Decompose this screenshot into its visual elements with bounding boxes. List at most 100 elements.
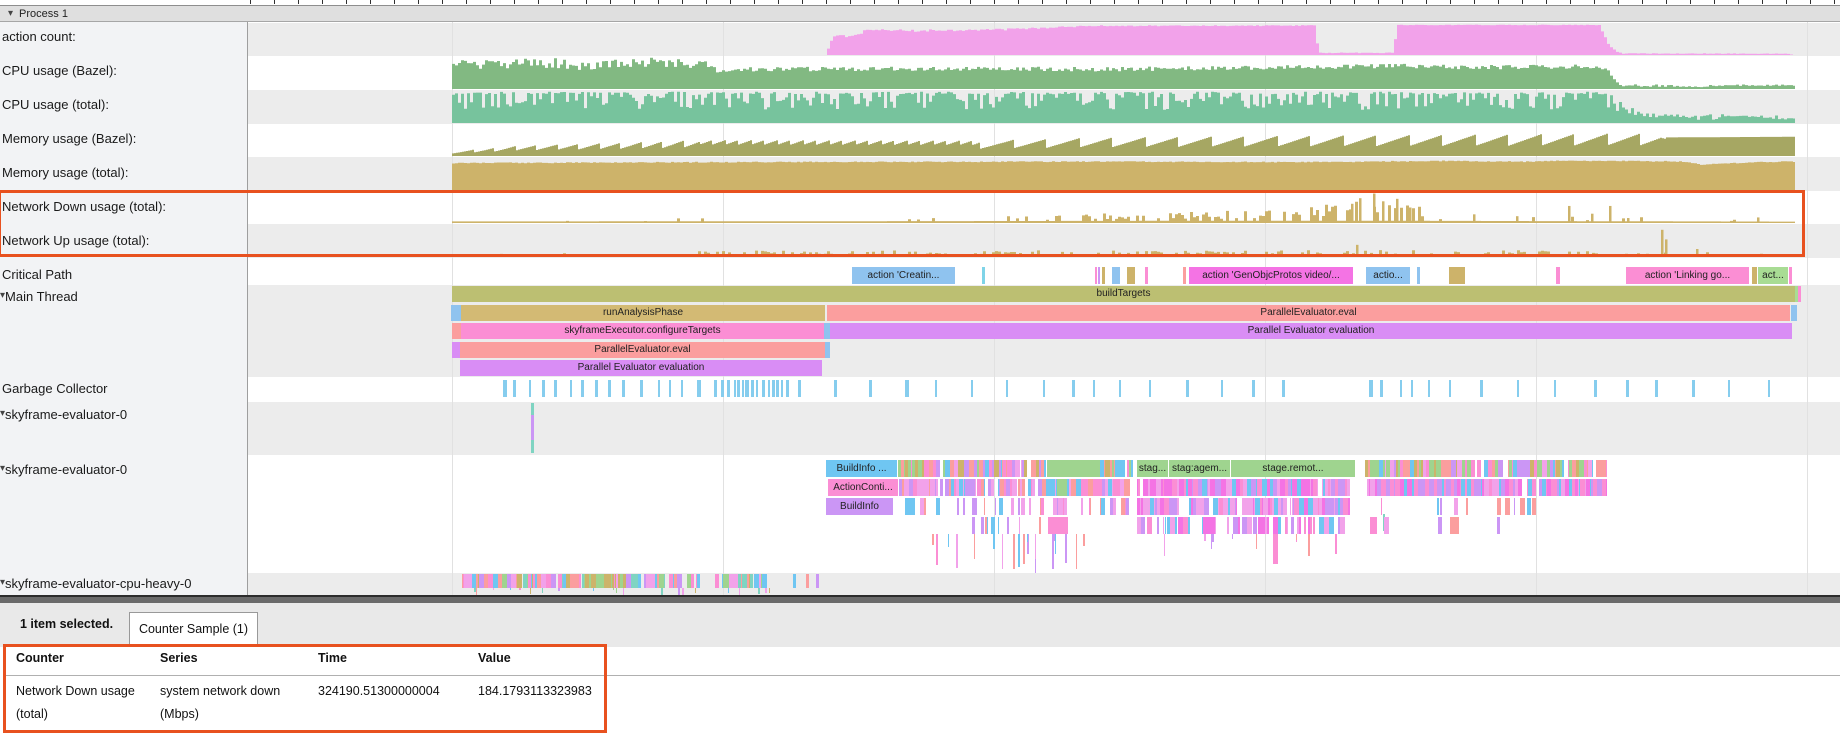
slice-stag-[interactable]: stag...: [1137, 460, 1168, 477]
slice[interactable]: [1798, 286, 1801, 302]
slice[interactable]: [1752, 267, 1757, 284]
descender-line: [1065, 534, 1067, 563]
slice[interactable]: [1127, 267, 1135, 284]
slice[interactable]: [1791, 305, 1797, 321]
mosaic-slice: [1157, 517, 1159, 534]
slice[interactable]: [452, 342, 460, 358]
descender-line: [613, 588, 615, 590]
descender-line: [1052, 534, 1054, 569]
sidebar-track-action-count-[interactable]: action count:: [0, 27, 250, 45]
mini-slice: [531, 415, 534, 440]
descender-line: [765, 588, 767, 593]
descender-line: [1002, 534, 1004, 569]
slice[interactable]: [1057, 479, 1067, 496]
slice-runanalysisphase[interactable]: runAnalysisPhase: [461, 305, 825, 321]
slice-action-linking-go-[interactable]: action 'Linking go...: [1626, 267, 1749, 284]
slice-action-creatin-[interactable]: action 'Creatin...: [852, 267, 955, 284]
mosaic-slice: [677, 574, 682, 588]
mosaic-slice: [1466, 498, 1468, 515]
slice[interactable]: [1095, 267, 1097, 284]
mosaic-slice: [1147, 517, 1152, 534]
slice-action-genobjcprotos-video-[interactable]: action 'GenObjcProtos video/...: [1189, 267, 1353, 284]
panel-separator[interactable]: [0, 595, 1840, 603]
slice-actionconti-[interactable]: ActionConti...: [828, 479, 898, 496]
mosaic-slice: [975, 479, 976, 496]
sidebar-track-memory-usage-total-[interactable]: Memory usage (total):: [0, 163, 250, 181]
sidebar-track-cpu-usage-bazel-[interactable]: CPU usage (Bazel):: [0, 61, 250, 79]
collapse-triangle-icon[interactable]: ▾: [8, 9, 13, 19]
mosaic-slice: [957, 498, 959, 515]
descender-line: [948, 534, 950, 547]
slice[interactable]: [1047, 460, 1100, 477]
slice[interactable]: [982, 267, 985, 284]
gc-tick: [1400, 380, 1403, 397]
slice[interactable]: [1145, 267, 1148, 284]
gc-tick: [681, 380, 684, 397]
sidebar-track-main-thread[interactable]: ▾Main Thread: [0, 287, 248, 305]
slice-buildtargets[interactable]: buildTargets: [452, 286, 1795, 302]
mosaic-slice: [995, 498, 996, 515]
slice-skyframeexecutor-configuretargets[interactable]: skyframeExecutor.configureTargets: [461, 323, 824, 339]
process-header[interactable]: ▾ Process 1: [0, 5, 1840, 22]
slice-buildinfo-[interactable]: BuildInfo ...: [826, 460, 897, 477]
sidebar-track-memory-usage-bazel-[interactable]: Memory usage (Bazel):: [0, 129, 250, 147]
sidebar-track-skyframe-evaluator-0[interactable]: ▾skyframe-evaluator-0: [0, 460, 248, 478]
mosaic-slice: [1267, 517, 1269, 534]
sidebar-track-garbage-collector[interactable]: Garbage Collector: [0, 379, 250, 397]
slice-parallel-evaluator-evaluation[interactable]: Parallel Evaluator evaluation: [830, 323, 1792, 339]
mosaic-slice: [1019, 517, 1020, 534]
mosaic-slice: [1015, 460, 1020, 477]
slice[interactable]: [1556, 267, 1560, 284]
slice[interactable]: [905, 498, 915, 515]
gc-tick: [1186, 380, 1189, 397]
sidebar-track-cpu-usage-total-[interactable]: CPU usage (total):: [0, 95, 250, 113]
gc-tick: [554, 380, 557, 397]
slice[interactable]: [452, 323, 461, 339]
mosaic-slice: [972, 517, 975, 534]
slice[interactable]: [1417, 267, 1420, 284]
slice[interactable]: [451, 305, 461, 321]
mosaic-slice: [1227, 517, 1229, 534]
slice-buildinfo[interactable]: BuildInfo: [826, 498, 893, 515]
slice-parallelevaluator-eval[interactable]: ParallelEvaluator.eval: [827, 305, 1790, 321]
slice[interactable]: [1102, 267, 1105, 284]
slice-stage-remot-[interactable]: stage.remot...: [1231, 460, 1355, 477]
mosaic-slice: [1177, 498, 1179, 515]
mosaic-slice: [1064, 498, 1067, 515]
slice[interactable]: [1098, 267, 1100, 284]
mosaic-slice: [691, 574, 694, 588]
mosaic-slice: [936, 460, 940, 477]
slice[interactable]: [1789, 267, 1792, 284]
track-label: skyframe-evaluator-0: [5, 462, 127, 477]
slice[interactable]: [1183, 267, 1186, 284]
mosaic-slice: [1438, 517, 1442, 534]
descender-line: [661, 588, 663, 595]
mini-slice: [806, 574, 809, 588]
mosaic-slice: [1292, 517, 1294, 534]
slice[interactable]: [1449, 267, 1465, 284]
slice[interactable]: [825, 342, 830, 358]
gc-tick: [751, 380, 754, 397]
gc-tick: [1093, 380, 1096, 397]
slice-parallelevaluator-eval[interactable]: ParallelEvaluator.eval: [460, 342, 825, 358]
descender-line: [1023, 534, 1025, 564]
sidebar-track-critical-path[interactable]: Critical Path: [0, 265, 250, 283]
slice-actio-[interactable]: actio...: [1366, 267, 1410, 284]
mosaic-slice: [936, 479, 938, 496]
gc-tick: [727, 380, 730, 397]
mosaic-slice: [1238, 517, 1240, 534]
mosaic-slice: [1175, 517, 1177, 534]
slice-stag-agem-[interactable]: stag:agem...: [1169, 460, 1230, 477]
ruler-ticks: [250, 0, 1840, 4]
mosaic-slice: [1012, 479, 1017, 496]
tab-counter-sample[interactable]: Counter Sample (1): [129, 612, 258, 647]
gc-tick: [1517, 380, 1520, 397]
sidebar-track-skyframe-evaluator-0[interactable]: ▾skyframe-evaluator-0: [0, 405, 248, 423]
gc-tick: [1252, 380, 1255, 397]
track-label: Memory usage (Bazel):: [2, 131, 136, 146]
slice[interactable]: [1048, 517, 1068, 534]
slice-act-[interactable]: act...: [1758, 267, 1788, 284]
slice-parallel-evaluator-evaluation[interactable]: Parallel Evaluator evaluation: [460, 360, 822, 376]
slice[interactable]: [1112, 267, 1120, 284]
sidebar-track-skyframe-evaluator-cpu-heavy-0[interactable]: ▾skyframe-evaluator-cpu-heavy-0: [0, 574, 248, 592]
